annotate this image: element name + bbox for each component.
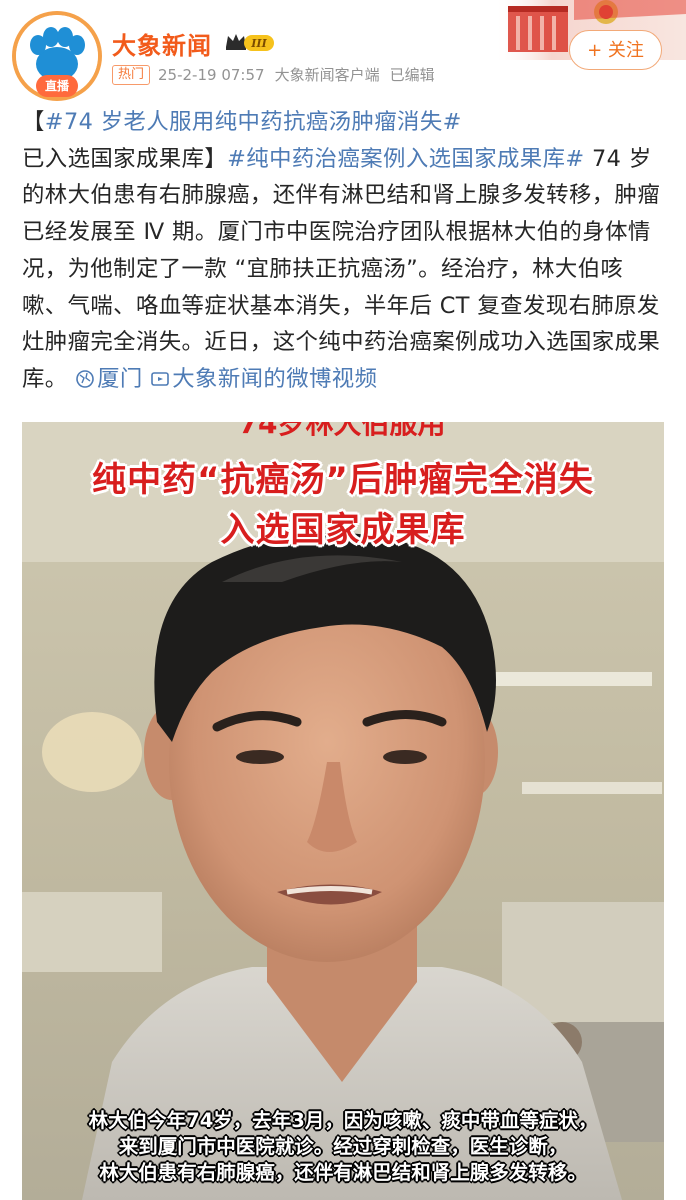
weibo-post-page: 直播 大象新闻 III 热门 25-2-19 07:57 大象新闻客户端已编辑 [0, 0, 686, 1200]
location-link-label: 厦门 [97, 365, 143, 392]
vip-level-text: III [250, 37, 267, 50]
hashtag-link-2[interactable]: #纯中药治癌案例入选国家成果库# [227, 146, 584, 172]
video-link-label: 大象新闻的微博视频 [172, 365, 378, 392]
video-link[interactable]: 大象新闻的微博视频 [150, 366, 377, 392]
location-link[interactable]: 厦门 [75, 366, 143, 392]
post-text-1: 已入选国家成果库】 [22, 145, 228, 172]
headline-cut-text: 74岁林大伯服用 [238, 422, 446, 440]
crown-icon: III [226, 34, 274, 51]
video-headline-line-1: 纯中药“抗癌汤”后肿瘤完全消失 [92, 460, 594, 500]
video-headline-line-2: 入选国家成果库 [220, 510, 466, 550]
video-subtitle-line-2: 来到厦门市中医院就诊。经过穿刺检查，医生诊断， [118, 1135, 568, 1158]
avatar[interactable]: 直播 [12, 11, 102, 101]
video-icon [151, 372, 170, 386]
location-icon [76, 370, 94, 388]
post-meta: 热门 25-2-19 07:57 大象新闻客户端 已编辑 [112, 64, 445, 86]
hot-tag: 热门 [112, 64, 151, 85]
follow-button[interactable]: + 关注 [569, 30, 662, 70]
post-text-2: 74 岁的林大伯患有右肺腺癌，还伴有淋巴结和肾上腺多发转移，肿瘤已经发展至 Ⅳ … [22, 145, 661, 392]
live-badge[interactable]: 直播 [36, 75, 78, 97]
edited-label[interactable]: 已编辑 [390, 66, 435, 84]
video-subtitle-line-1: 林大伯今年74岁，去年3月，因为咳嗽、痰中带血等症状， [88, 1109, 598, 1132]
post-body: 【#74 岁老人服用纯中药抗癌汤肿瘤消失# 已入选国家成果库】#纯中药治癌案例入… [22, 104, 668, 398]
source: 大象新闻客户端 [274, 66, 380, 84]
video-subtitle-line-3: 林大伯患有右肺腺癌，还伴有淋巴结和肾上腺多发转移。 [99, 1161, 587, 1184]
hashtag-link-1[interactable]: #74 岁老人服用纯中药抗癌汤肿瘤消失# [45, 109, 462, 135]
bracket-open: 【 [22, 109, 45, 135]
account-name[interactable]: 大象新闻 [112, 26, 212, 61]
video-player[interactable]: 74岁林大伯服用 纯中药“抗癌汤”后肿瘤完全消失 入选国家成果库 林大伯今年74… [22, 422, 664, 1200]
post-header: 直播 大象新闻 III 热门 25-2-19 07:57 大象新闻客户端已编辑 [0, 0, 686, 101]
timestamp: 25-2-19 07:57 [158, 65, 265, 84]
